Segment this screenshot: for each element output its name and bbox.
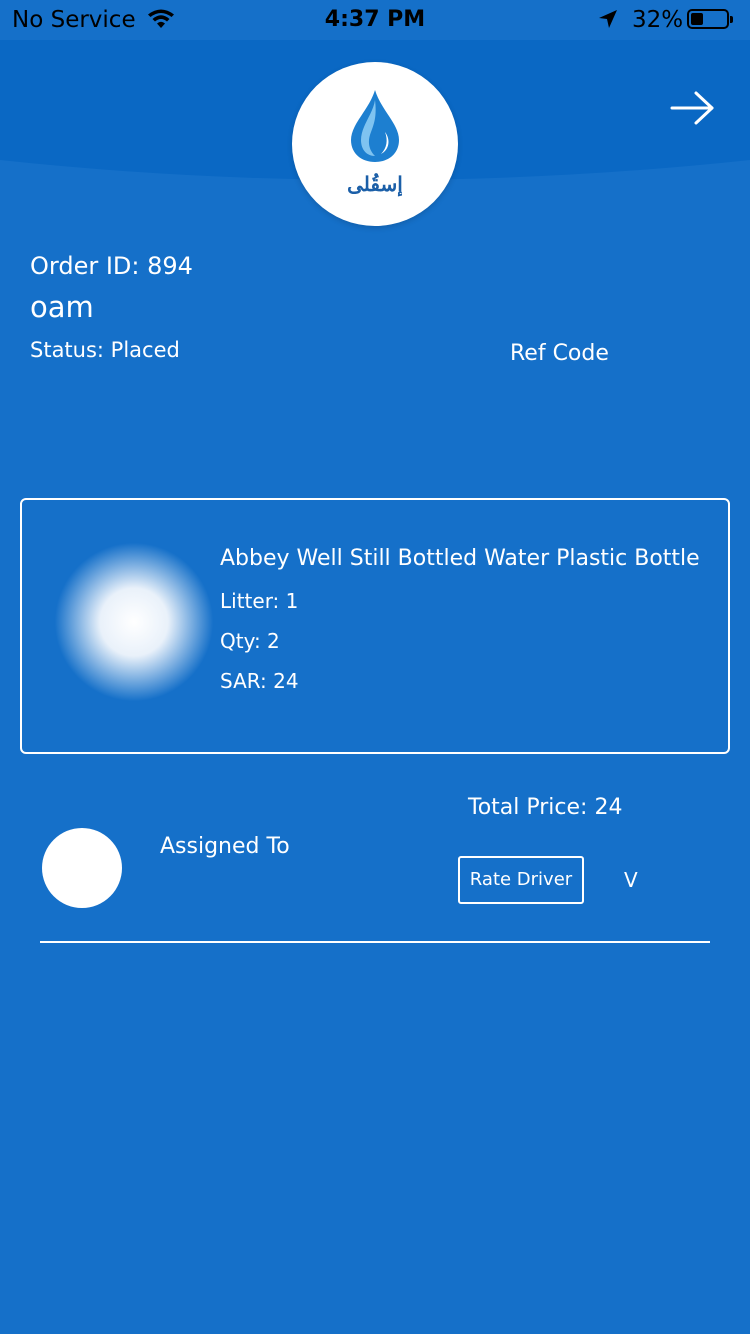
battery-percent: 32%	[632, 7, 684, 33]
order-status: Status: Placed	[30, 338, 180, 362]
product-qty: Qty: 2	[220, 629, 280, 653]
ref-code-label: Ref Code	[510, 341, 609, 366]
battery-icon	[687, 9, 733, 29]
assigned-to-label: Assigned To	[160, 834, 290, 859]
product-card[interactable]: Abbey Well Still Bottled Water Plastic B…	[20, 498, 730, 754]
app-logo: إسقُلى	[292, 62, 458, 226]
order-id: Order ID: 894	[30, 252, 193, 280]
order-details-screen: No Service 4:37 PM 32% إسقُلى Order ID: …	[0, 0, 750, 1334]
water-drop-icon	[351, 90, 399, 162]
product-name: Abbey Well Still Bottled Water Plastic B…	[220, 546, 700, 571]
location-arrow-icon	[597, 8, 619, 36]
driver-avatar	[42, 828, 122, 908]
divider	[40, 941, 710, 943]
product-price: SAR: 24	[220, 669, 299, 693]
status-bar: No Service 4:37 PM 32%	[0, 0, 750, 40]
product-image	[54, 542, 214, 702]
total-price: Total Price: 24	[468, 795, 623, 820]
customer-name: oam	[30, 290, 94, 324]
arrow-right-icon[interactable]	[668, 88, 718, 128]
expand-toggle[interactable]: V	[624, 868, 638, 892]
product-litter: Litter: 1	[220, 589, 299, 613]
rate-driver-button[interactable]: Rate Driver	[458, 856, 584, 904]
logo-text: إسقُلى	[347, 172, 403, 196]
